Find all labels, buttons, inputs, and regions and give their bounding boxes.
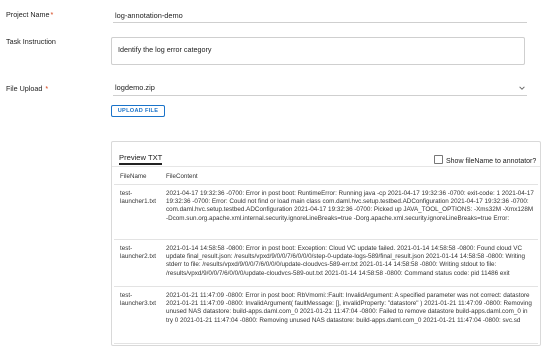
file-name-cell: test-launcher3.txt: [114, 286, 164, 344]
table-header-row: FileName FileContent: [114, 168, 538, 185]
table-row: test-launcher3.txt 2021-01-21 11:47:09 -…: [114, 286, 538, 344]
file-upload-label: File Upload *: [6, 84, 49, 93]
file-content-cell: 2021-01-14 14:58:58 -0800: Error in post…: [164, 239, 538, 287]
project-name-input[interactable]: [113, 9, 527, 23]
show-filename-label: Show fileName to annotator?: [446, 158, 537, 165]
log-preview-table: FileName FileContent test-launcher1.txt …: [114, 168, 538, 344]
tab-preview-txt[interactable]: Preview TXT: [119, 153, 163, 165]
file-upload-select[interactable]: logdemo.zip: [113, 82, 527, 96]
task-instruction-input[interactable]: Identify the log error category: [111, 37, 525, 65]
file-content-cell: 2021-01-21 11:47:09 -0800: Error in post…: [164, 286, 538, 344]
preview-header: Preview TXT Show fileName to annotator?: [112, 142, 540, 167]
chevron-down-icon: [519, 86, 525, 90]
table-row: test-launcher1.txt 2021-04-17 19:32:36 -…: [114, 184, 538, 240]
checkbox-icon[interactable]: [434, 155, 443, 164]
upload-file-button[interactable]: UPLOAD FILE: [111, 105, 165, 117]
column-header-filename: FileName: [114, 168, 164, 185]
file-upload-value: logdemo.zip: [115, 83, 155, 92]
table-row: test-launcher2.txt 2021-01-14 14:58:58 -…: [114, 239, 538, 287]
required-marker: *: [45, 84, 49, 93]
task-instruction-label: Task Instruction: [6, 37, 56, 46]
file-content-cell: 2021-04-17 19:32:36 -0700: Error in post…: [164, 184, 538, 240]
preview-panel: Preview TXT Show fileName to annotator? …: [111, 141, 541, 346]
file-name-cell: test-launcher1.txt: [114, 184, 164, 240]
show-filename-toggle[interactable]: Show fileName to annotator?: [434, 155, 536, 165]
project-name-label: Project Name*: [6, 10, 54, 19]
required-marker: *: [50, 10, 54, 19]
column-header-filecontent: FileContent: [164, 168, 538, 185]
file-name-cell: test-launcher2.txt: [114, 239, 164, 287]
